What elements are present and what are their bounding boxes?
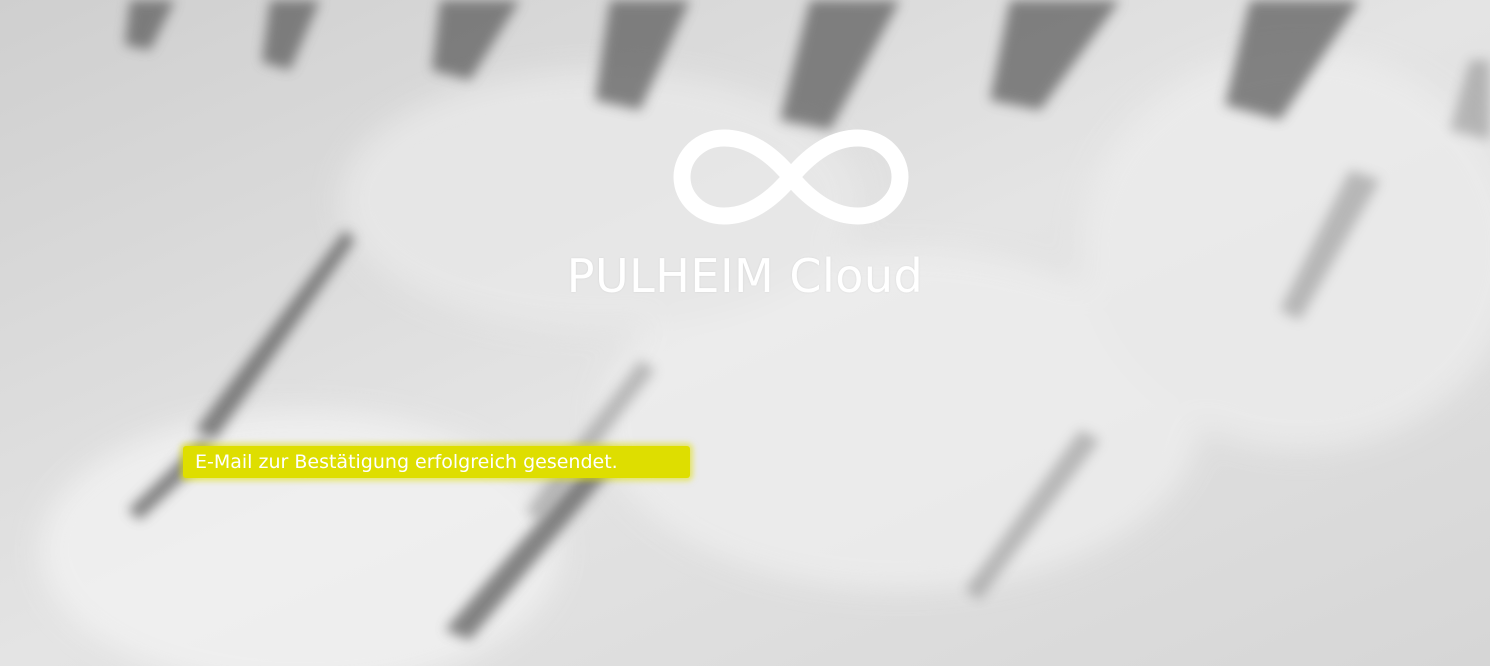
brand-title: PULHEIM Cloud [566,249,924,303]
background-image [0,0,1490,666]
confirmation-message: E-Mail zur Bestätigung erfolgreich gesen… [195,451,618,473]
login-page: PULHEIM Cloud E-Mail zur Bestätigung erf… [0,0,1490,666]
confirmation-notice: E-Mail zur Bestätigung erfolgreich gesen… [183,446,690,478]
infinity-icon [673,129,909,225]
